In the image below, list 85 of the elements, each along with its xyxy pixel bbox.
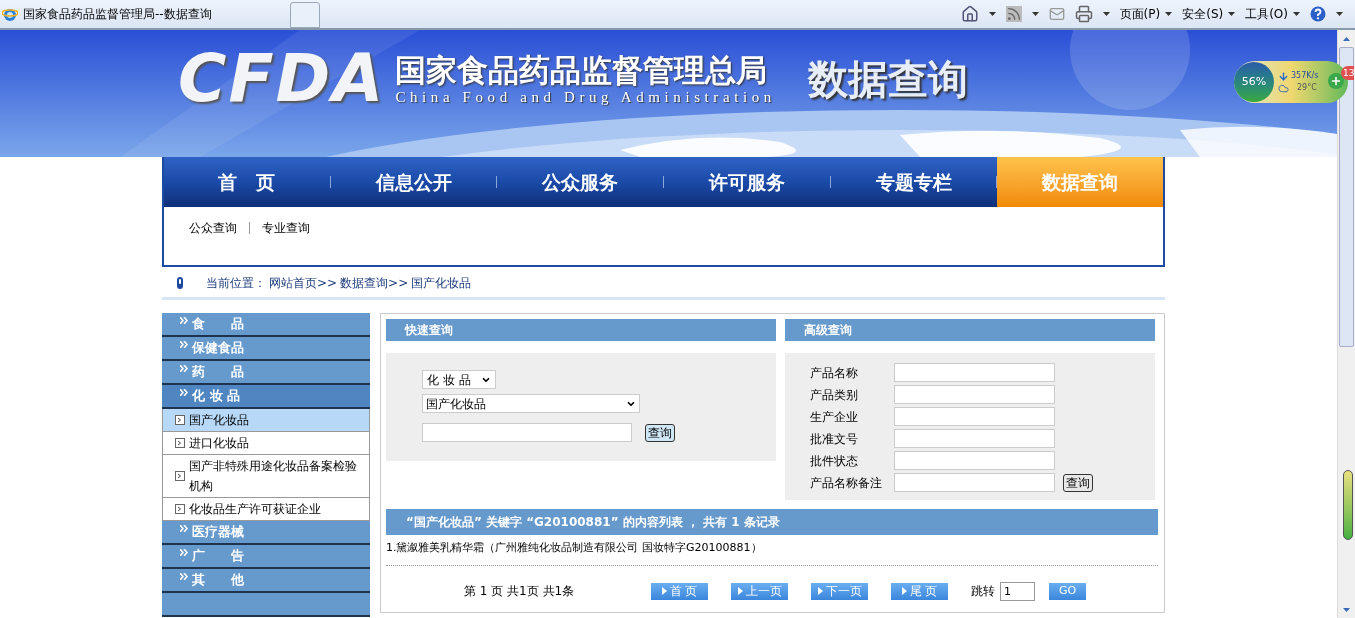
section-title: 数据查询 [807,55,968,104]
results-header: “国产化妆品” 关键字 “G20100881” 的内容列表 ， 共有 1 条记录 [386,509,1158,535]
field-label: 产品类别 [810,386,859,404]
field-label: 批准文号 [810,430,859,448]
field-label: 产品名称备注 [810,474,883,492]
help-icon[interactable] [1310,6,1326,22]
site-subtitle: China Food and Drug Administration [395,88,776,106]
scroll-down-icon[interactable] [1343,607,1350,612]
breadcrumb-label: 当前位置： [206,275,266,292]
notification-badge: 13 [1341,66,1355,80]
play-arrow-icon [817,587,823,595]
input-field[interactable] [894,363,1055,382]
category-select[interactable]: 化 妆 品 [422,370,496,389]
keyword-field[interactable] [422,423,632,442]
nav-tab[interactable]: 专题专栏 [830,157,997,207]
input-field[interactable] [894,407,1055,426]
double-chevron-icon [180,341,188,348]
input-field[interactable] [894,451,1055,470]
toolbar-menu[interactable]: 工具(O) [1245,5,1300,23]
dropdown-icon [1031,12,1039,16]
panel-header: 高级查询 [785,319,1155,341]
category-item[interactable]: 进口化妆品 [162,432,370,455]
toolbar-menu[interactable]: 页面(P) [1119,5,1173,23]
play-arrow-icon [661,587,667,595]
jump-label: 跳转 [971,583,995,600]
dropdown-icon [988,12,996,16]
caret-icon [1165,12,1173,16]
input-field[interactable] [894,429,1055,448]
dropdown-icon [1102,12,1110,16]
breadcrumb-link[interactable]: 网站首页>> [269,274,338,292]
print-icon[interactable] [1074,5,1093,23]
browser-tab[interactable]: 国家食品药品监督管理局--数据查询 [0,0,290,28]
category-item[interactable]: 国产非特殊用途化妆品备案检验机构 [162,455,370,498]
location-pin-icon [177,277,183,289]
mail-icon[interactable] [1048,6,1065,22]
category-header[interactable]: 化 妆 品 [162,385,370,409]
caret-icon [1293,12,1300,16]
breadcrumb-link[interactable]: 数据查询>> [340,274,409,292]
dropdown-icon [1336,12,1343,16]
site-title: 国家食品药品监督管理总局 [395,52,769,88]
nav-tab[interactable]: 许可服务 [664,157,830,207]
result-item[interactable]: 1.黛溆雅美乳精华霜（广州雅纯化妆品制造有限公司 国妆特字G20100881） [386,540,1158,566]
scroll-up-icon[interactable] [1343,36,1350,41]
field-label: 生产企业 [810,408,859,426]
speed-text: 357K/s [1291,70,1319,82]
subnav-link[interactable]: 公众查询 [189,219,237,237]
side-gadget[interactable] [1343,470,1353,540]
page-summary: 第 1 页 共1页 共1条 [464,583,576,600]
browser-logo-icon [2,6,18,22]
nav-tab[interactable]: 首 页 [164,157,330,207]
rss-icon[interactable] [1005,6,1022,22]
cpu-gauge: 56% [1234,62,1274,102]
new-tab-button[interactable] [290,2,320,28]
search-button[interactable]: 查询 [645,423,675,442]
caret-icon [1228,12,1236,16]
field-label: 产品名称 [810,364,859,382]
nav-tab[interactable]: 公众服务 [497,157,663,207]
double-chevron-icon [180,573,188,580]
field-label: 批件状态 [810,452,859,470]
subnav-link[interactable]: 专业查询 [262,219,310,237]
home-icon[interactable] [960,5,979,23]
breadcrumb-link[interactable]: 国产化妆品 [411,274,472,292]
logo: CFDA [178,46,386,112]
play-arrow-icon [737,587,743,595]
nav-tab[interactable]: 信息公开 [330,157,497,207]
search-button[interactable]: 查询 [1063,473,1093,492]
double-chevron-icon [180,525,188,532]
input-field[interactable] [894,473,1055,492]
plus-icon [1330,75,1342,87]
category-item[interactable]: 化妆品生产许可获证企业 [162,498,370,521]
panel-header: 快速查询 [386,319,776,341]
toolbar-menu[interactable]: 安全(S) [1182,5,1236,23]
download-icon [1278,70,1289,82]
category-item[interactable]: 国产化妆品 [162,409,370,432]
input-field[interactable] [894,385,1055,404]
double-chevron-icon [180,317,188,324]
type-select[interactable]: 国产化妆品 [422,394,640,413]
temperature-text: 29°C [1297,82,1317,94]
cloud-icon [1278,82,1289,94]
double-chevron-icon [180,549,188,556]
play-arrow-icon [901,587,907,595]
page-number-field[interactable]: 1 [1000,581,1035,601]
scrollbar[interactable] [1337,30,1355,618]
double-chevron-icon [180,389,188,396]
double-chevron-icon [180,365,188,372]
